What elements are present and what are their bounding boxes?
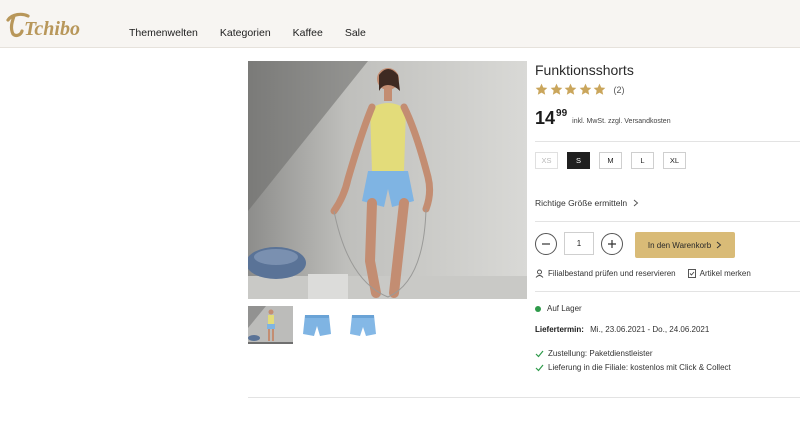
shipping-line-store: Lieferung in die Filiale: kostenlos mit … bbox=[535, 363, 731, 372]
divider bbox=[535, 221, 800, 222]
section-divider bbox=[248, 397, 800, 398]
star-icon bbox=[564, 83, 577, 95]
site-header: Tchibo Themenwelten Kategorien Kaffee Sa… bbox=[0, 0, 800, 48]
stock-label: Auf Lager bbox=[547, 304, 582, 313]
product-price: 14 99 inkl. MwSt. zzgl. Versandkosten bbox=[535, 108, 671, 128]
size-s[interactable]: S bbox=[567, 152, 590, 169]
shipping-line-label: Zustellung: Paketdienstleister bbox=[548, 349, 653, 358]
tchibo-logo[interactable]: Tchibo bbox=[4, 8, 104, 42]
divider bbox=[535, 141, 800, 142]
store-stock-label: Filialbestand prüfen und reservieren bbox=[548, 269, 676, 278]
wishlist-link[interactable]: Artikel merken bbox=[687, 269, 751, 278]
price-cents: 99 bbox=[556, 108, 568, 119]
chevron-right-icon bbox=[633, 199, 639, 207]
star-icon bbox=[535, 83, 548, 95]
size-m[interactable]: M bbox=[599, 152, 622, 169]
delivery-label: Liefertermin: bbox=[535, 325, 584, 334]
price-note: inkl. MwSt. zzgl. Versandkosten bbox=[572, 118, 671, 125]
product-title: Funktionsshorts bbox=[535, 62, 634, 78]
shipping-line-parcel: Zustellung: Paketdienstleister bbox=[535, 349, 653, 358]
shipping-line-label: Lieferung in die Filiale: kostenlos mit … bbox=[548, 363, 731, 372]
star-icon bbox=[579, 83, 591, 95]
quantity-input[interactable] bbox=[564, 232, 594, 255]
check-icon bbox=[535, 350, 544, 357]
size-xl[interactable]: XL bbox=[663, 152, 686, 169]
star-icon bbox=[550, 83, 562, 95]
wishlist-label: Artikel merken bbox=[699, 269, 751, 278]
delivery-date: Liefertermin: Mi., 23.06.2021 - Do., 24.… bbox=[535, 325, 709, 334]
size-guide-label: Richtige Größe ermitteln bbox=[535, 198, 628, 208]
add-to-cart-label: In den Warenkorb bbox=[647, 240, 712, 250]
product-main-image[interactable] bbox=[248, 61, 527, 299]
stock-status: Auf Lager bbox=[535, 304, 582, 313]
chevron-right-icon bbox=[716, 241, 722, 249]
nav-item-kaffee[interactable]: Kaffee bbox=[293, 27, 323, 39]
thumbnail-back-image bbox=[340, 306, 385, 344]
add-to-cart-button[interactable]: In den Warenkorb bbox=[635, 232, 735, 258]
product-photo-illustration bbox=[248, 61, 527, 299]
price-main: 14 bbox=[535, 108, 556, 128]
main-nav: Themenwelten Kategorien Kaffee Sale bbox=[129, 27, 388, 39]
size-l[interactable]: L bbox=[631, 152, 654, 169]
increase-quantity-button[interactable] bbox=[601, 232, 623, 255]
bookmark-icon bbox=[687, 269, 696, 278]
store-icon bbox=[535, 269, 544, 278]
nav-item-sale[interactable]: Sale bbox=[345, 27, 366, 39]
quantity-stepper bbox=[535, 232, 623, 255]
thumbnail-back[interactable] bbox=[340, 306, 385, 344]
check-icon bbox=[535, 364, 544, 371]
nav-item-themenwelten[interactable]: Themenwelten bbox=[129, 27, 198, 39]
delivery-value: Mi., 23.06.2021 - Do., 24.06.2021 bbox=[590, 325, 710, 334]
size-selector: XS S M L XL bbox=[535, 152, 695, 169]
decrease-quantity-button[interactable] bbox=[535, 232, 557, 255]
tchibo-logo-mark: Tchibo bbox=[6, 12, 80, 40]
rating-count[interactable]: (2) bbox=[614, 85, 625, 95]
secondary-actions: Filialbestand prüfen und reservieren Art… bbox=[535, 269, 751, 278]
thumbnail-front[interactable] bbox=[294, 306, 339, 344]
thumbnail-front-image bbox=[294, 306, 339, 344]
thumbnail-model[interactable] bbox=[248, 306, 293, 344]
brand-name: Tchibo bbox=[24, 18, 80, 40]
thumbnail-strip bbox=[248, 306, 386, 344]
minus-icon bbox=[542, 242, 550, 245]
thumbnail-model-image bbox=[248, 306, 293, 342]
plus-icon bbox=[608, 239, 616, 248]
star-icon bbox=[593, 83, 606, 95]
size-xs: XS bbox=[535, 152, 558, 169]
nav-item-kategorien[interactable]: Kategorien bbox=[220, 27, 271, 39]
store-stock-link[interactable]: Filialbestand prüfen und reservieren bbox=[535, 269, 676, 278]
product-rating[interactable]: (2) bbox=[535, 83, 625, 96]
size-guide-link[interactable]: Richtige Größe ermitteln bbox=[535, 198, 639, 208]
divider bbox=[535, 291, 800, 292]
stock-indicator-dot bbox=[535, 305, 541, 312]
